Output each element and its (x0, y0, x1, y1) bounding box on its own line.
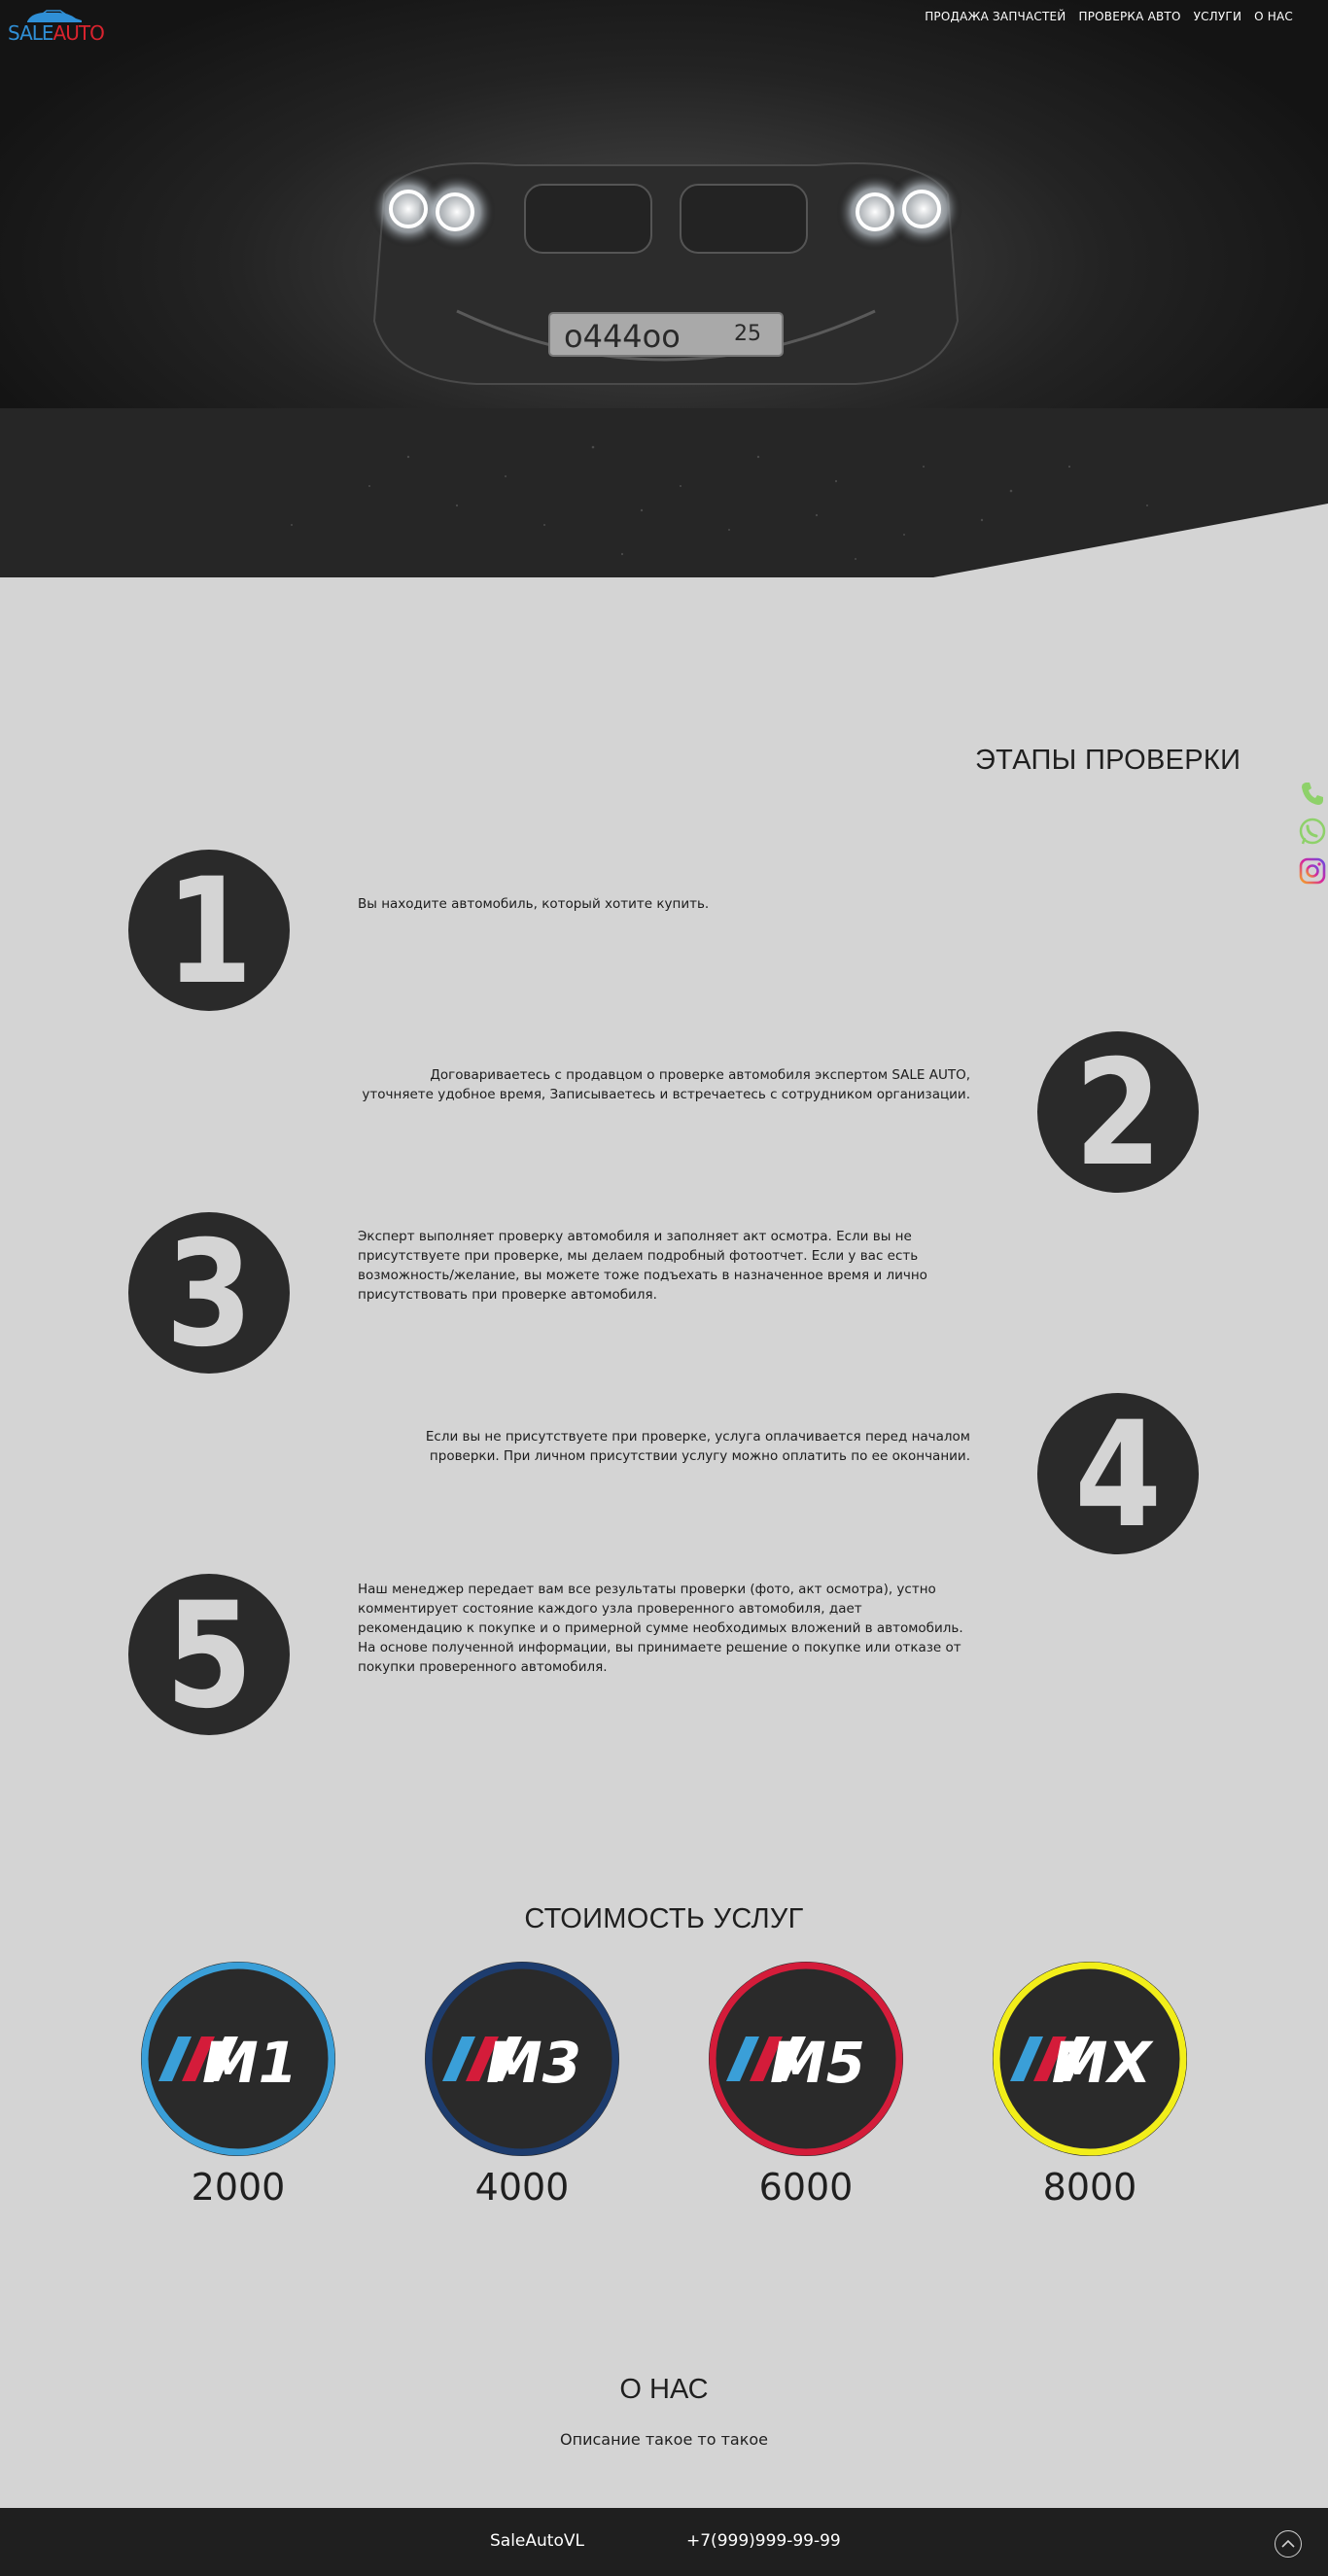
step-5-number: 5 (128, 1574, 290, 1735)
hero-car-image: о444оо 25 (0, 0, 1328, 577)
step-1-number: 1 (128, 850, 290, 1011)
phone-icon[interactable] (1297, 778, 1328, 809)
footer-brand: SaleAutoVL (490, 2531, 584, 2551)
main-nav: ПРОДАЖА ЗАПЧАСТЕЙ ПРОВЕРКА АВТО УСЛУГИ О… (925, 10, 1293, 23)
price-badge-m3[interactable]: M3 (425, 1962, 619, 2156)
site-logo[interactable]: SALEAUTO (8, 8, 105, 47)
badge-label: MX (1052, 2030, 1155, 2096)
price-badge-mx[interactable]: MX (993, 1962, 1187, 2156)
nav-item-parts[interactable]: ПРОДАЖА ЗАПЧАСТЕЙ (925, 10, 1066, 23)
price-value-m1: 2000 (191, 2166, 286, 2209)
badge-label: M3 (486, 2030, 581, 2096)
footer: SaleAutoVL +7(999)999-99-99 (0, 2508, 1328, 2576)
scroll-to-top-button[interactable] (1275, 2530, 1302, 2558)
instagram-icon[interactable] (1297, 855, 1328, 887)
badge-label: M5 (770, 2030, 865, 2096)
badge-label: M1 (202, 2030, 297, 2096)
about-title: О НАС (619, 2374, 709, 2405)
plate-region: 25 (734, 322, 761, 346)
step-4-text: Если вы не присутствуете при проверке, у… (425, 1429, 970, 1464)
step-2-number: 2 (1037, 1031, 1199, 1193)
step-2-text: Договариваетесь с продавцом о проверке а… (362, 1067, 970, 1102)
step-5-text: Наш менеджер передает вам все результаты… (358, 1582, 963, 1675)
footer-phone[interactable]: +7(999)999-99-99 (686, 2531, 841, 2551)
about-description: Описание такое то такое (560, 2430, 768, 2449)
chevron-up-icon (1281, 2539, 1295, 2548)
prices-title: СТОИМОСТЬ УСЛУГ (524, 1903, 804, 1934)
price-badge-m5[interactable]: M5 (709, 1962, 903, 2156)
price-value-m5: 6000 (758, 2166, 854, 2209)
logo-wordmark: SALEAUTO (8, 21, 105, 45)
hero-banner: о444оо 25 SALEAUTO ПРОДАЖА ЗАПЧАСТЕЙ ПРО… (0, 0, 1328, 577)
step-3-text: Эксперт выполняет проверку автомобиля и … (358, 1229, 927, 1303)
plate-number: о444оо (564, 318, 681, 355)
price-value-mx: 8000 (1042, 2166, 1137, 2209)
steps-title: ЭТАПЫ ПРОВЕРКИ (975, 745, 1241, 776)
nav-item-car-check[interactable]: ПРОВЕРКА АВТО (1078, 10, 1180, 23)
step-1-text: Вы находите автомобиль, который хотите к… (358, 896, 710, 912)
whatsapp-icon[interactable] (1297, 817, 1328, 848)
step-3-number: 3 (128, 1212, 290, 1374)
nav-item-about[interactable]: О НАС (1254, 10, 1293, 23)
step-4-number: 4 (1037, 1393, 1199, 1554)
price-badge-m1[interactable]: M1 (141, 1962, 335, 2156)
nav-item-services[interactable]: УСЛУГИ (1194, 10, 1242, 23)
price-value-m3: 4000 (474, 2166, 570, 2209)
